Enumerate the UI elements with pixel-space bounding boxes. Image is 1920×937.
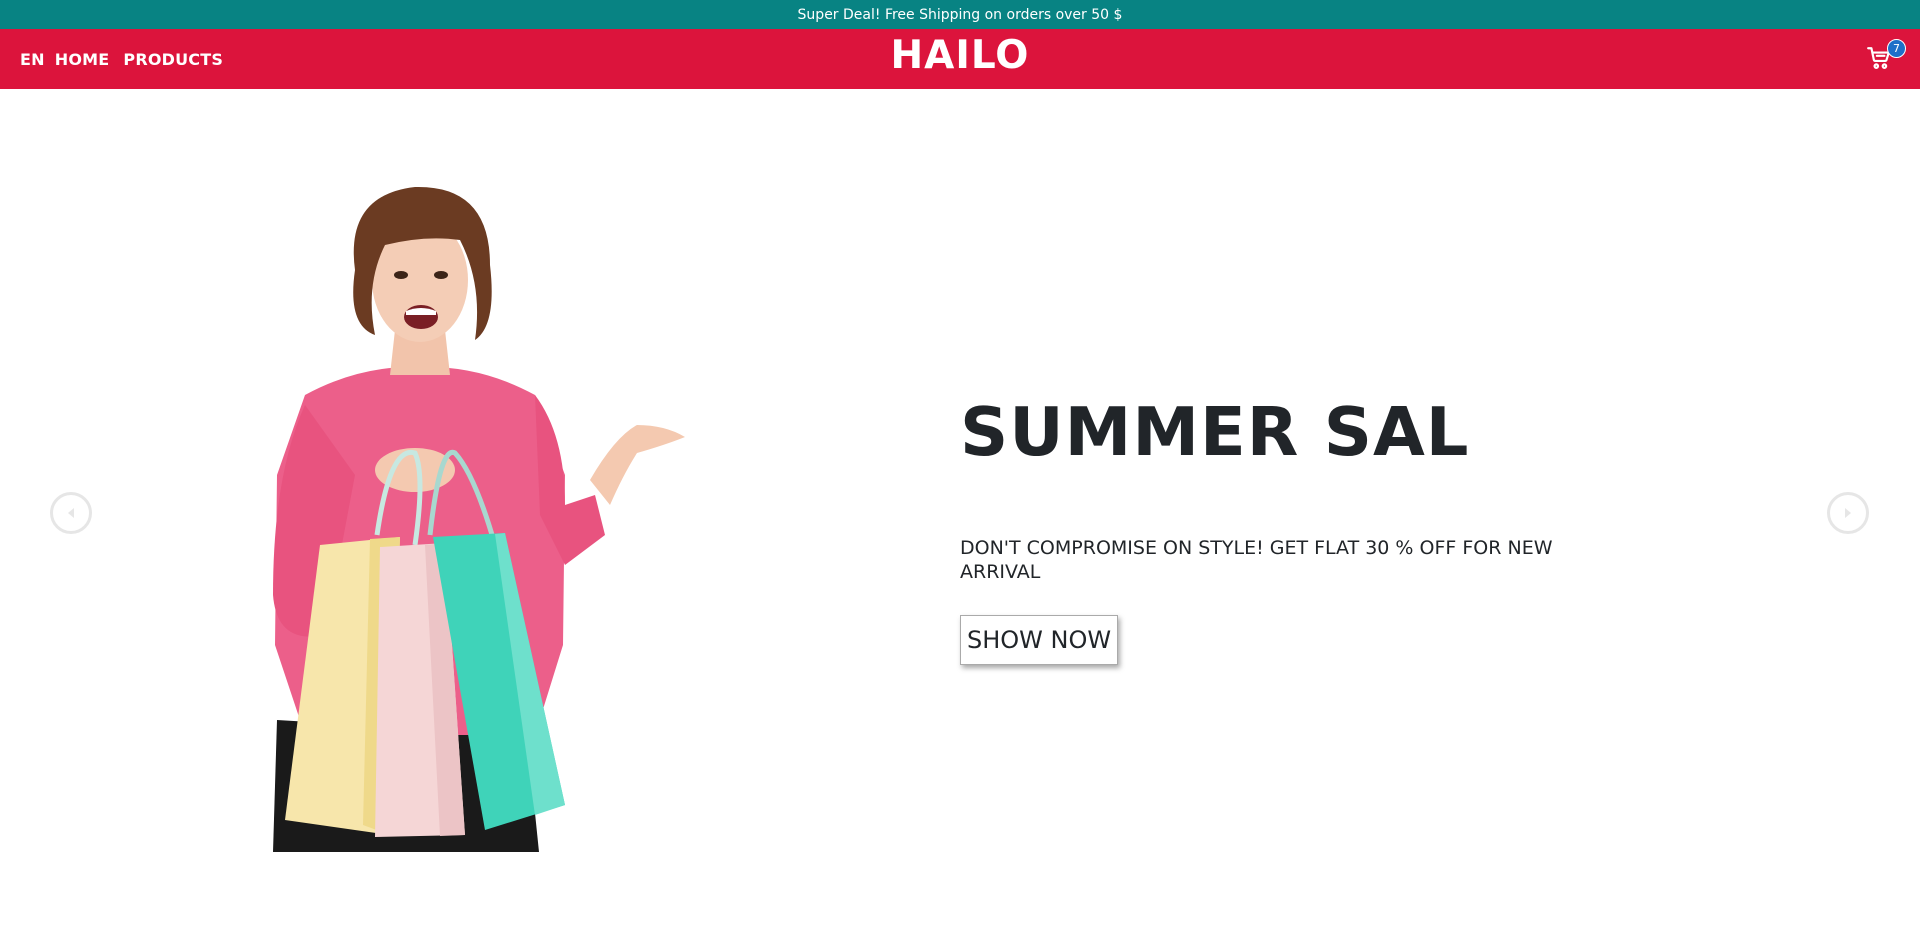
hero-title: SUMMER SAL <box>960 393 1470 471</box>
carousel-next-button[interactable] <box>1827 492 1869 534</box>
hero-subtitle: DON'T COMPROMISE ON STYLE! GET FLAT 30 %… <box>960 537 1553 583</box>
promo-bar: Super Deal! Free Shipping on orders over… <box>0 0 1920 29</box>
cart-button[interactable]: 7 <box>1866 39 1906 75</box>
promo-text: Super Deal! Free Shipping on orders over… <box>797 6 1123 23</box>
chevron-left-icon <box>68 508 74 518</box>
site-logo[interactable]: HAILO <box>0 33 1920 78</box>
navbar: EN HOME PRODUCTS HAILO 7 <box>0 29 1920 89</box>
hero-image <box>273 186 685 852</box>
chevron-right-icon <box>1845 508 1851 518</box>
carousel-prev-button[interactable] <box>50 492 92 534</box>
show-now-button[interactable]: SHOW NOW <box>960 615 1119 665</box>
cart-count-badge: 7 <box>1887 39 1906 58</box>
